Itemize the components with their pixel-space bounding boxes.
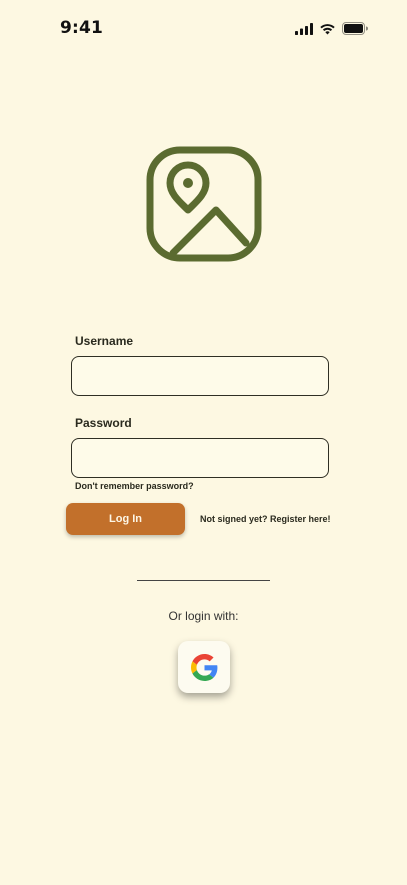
forgot-password-link[interactable]: Don't remember password? xyxy=(75,481,194,491)
map-photo-icon xyxy=(146,146,262,262)
battery-icon xyxy=(342,22,368,40)
password-label: Password xyxy=(75,416,132,430)
username-input[interactable] xyxy=(71,356,329,396)
google-icon xyxy=(190,653,217,681)
signal-icon xyxy=(295,22,313,40)
or-login-label: Or login with: xyxy=(168,609,239,623)
username-label: Username xyxy=(75,334,134,348)
status-bar: 9:41 xyxy=(0,0,407,58)
status-time: 9:41 xyxy=(60,18,104,38)
register-link[interactable]: Not signed yet? Register here! xyxy=(200,514,331,524)
login-button[interactable]: Log In xyxy=(66,503,185,535)
wifi-icon xyxy=(319,22,336,40)
app-logo xyxy=(146,146,262,262)
status-icons xyxy=(295,22,368,40)
password-input[interactable] xyxy=(71,438,329,478)
divider xyxy=(137,580,270,581)
google-login-button[interactable] xyxy=(178,641,230,693)
